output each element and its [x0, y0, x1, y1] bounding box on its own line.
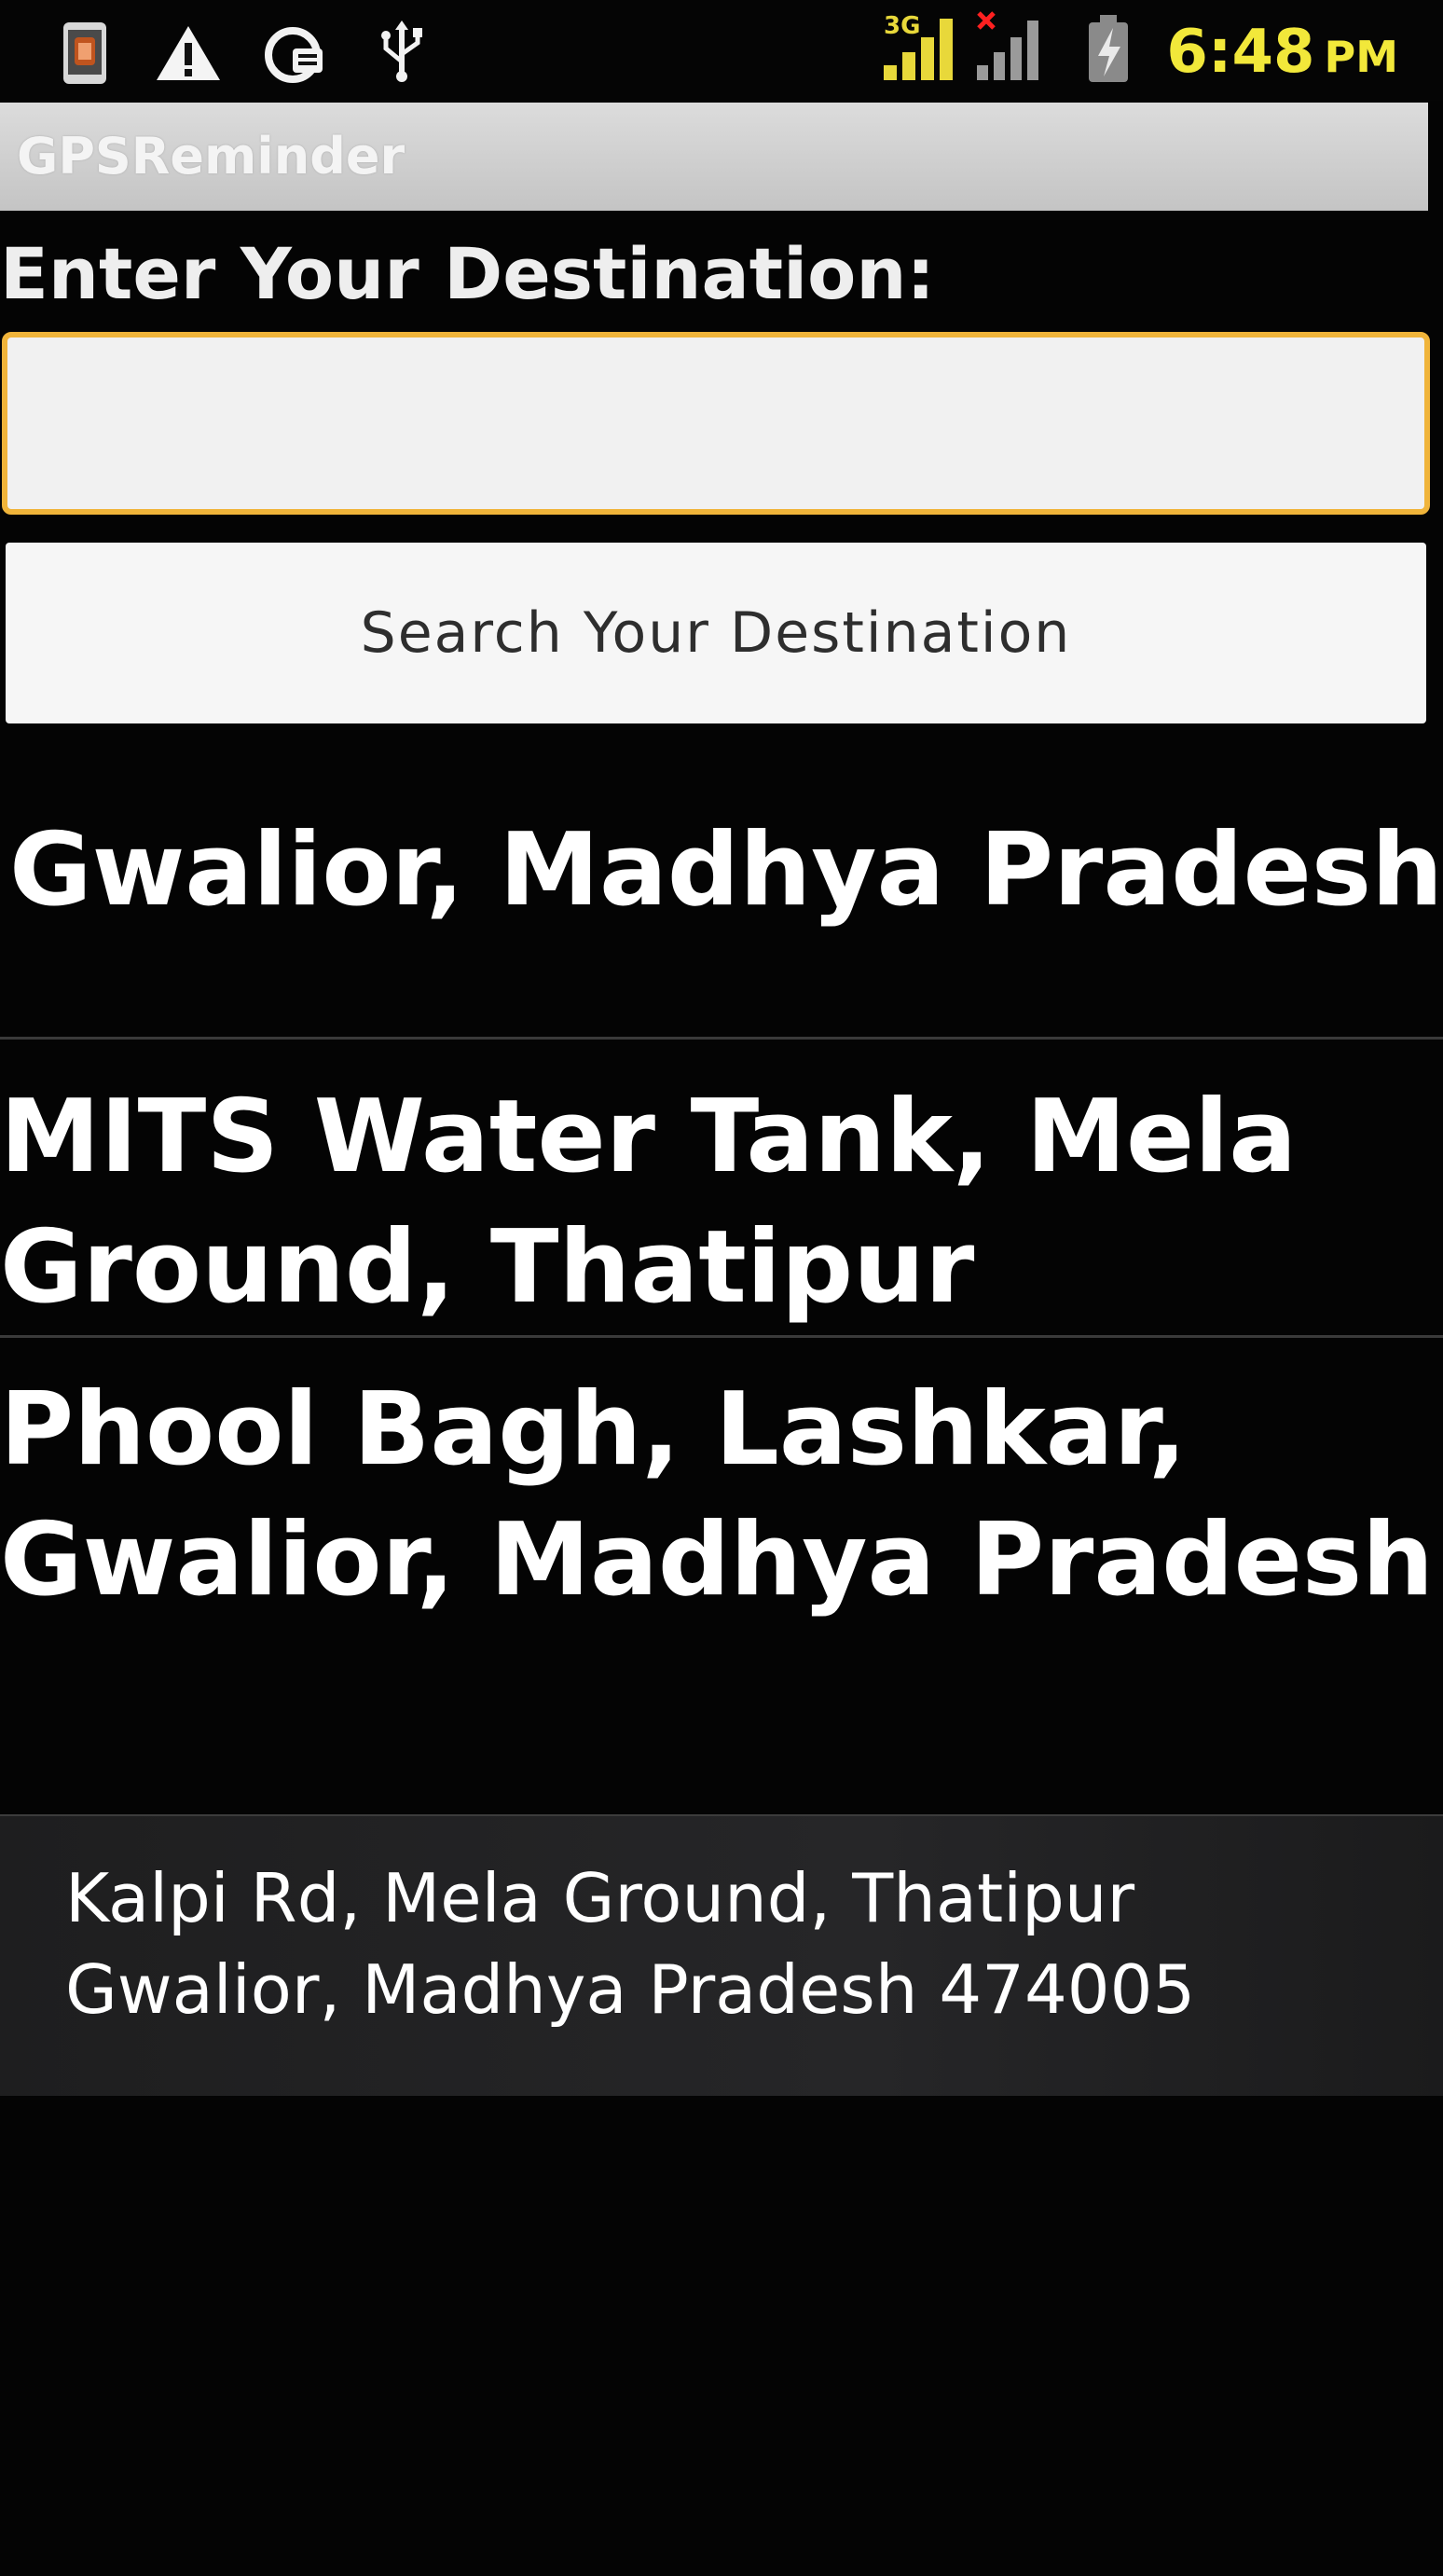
- address-line: Kalpi Rd, Mela Ground, Thatipur: [65, 1859, 1135, 1937]
- app-title-bar: GPSReminder: [0, 103, 1428, 211]
- clock-time: 6:48: [1166, 18, 1315, 87]
- signal-3g-icon: 3G: [880, 9, 968, 88]
- status-bar: 3G 6:48 PM: [0, 0, 1443, 101]
- sync-icon: [265, 26, 326, 88]
- result-line: Gwalior, Madhya Pradesh: [0, 1502, 1434, 1619]
- result-item[interactable]: MITS Water Tank, Mela Ground, Thatipur: [0, 1072, 1443, 1333]
- list-divider: [0, 1037, 1443, 1040]
- result-line: Phool Bagh, Lashkar,: [0, 1371, 1188, 1488]
- result-item[interactable]: Phool Bagh, Lashkar, Gwalior, Madhya Pra…: [0, 1365, 1443, 1626]
- result-line: Gwalior, Madhya Pradesh: [9, 812, 1443, 929]
- result-item[interactable]: Gwalior, Madhya Pradesh: [0, 806, 1443, 936]
- list-divider: [0, 1335, 1443, 1338]
- result-line: Ground, Thatipur: [0, 1209, 975, 1326]
- signal-no-sim-icon: [973, 9, 1057, 88]
- clock-ampm: PM: [1324, 32, 1399, 82]
- address-panel: Kalpi Rd, Mela Ground, Thatipur Gwalior,…: [0, 1814, 1443, 2096]
- usb-icon: [377, 21, 427, 88]
- warning-icon: [155, 24, 222, 86]
- destination-label: Enter Your Destination:: [0, 232, 935, 315]
- app-title: GPSReminder: [17, 127, 405, 186]
- destination-input[interactable]: [2, 332, 1430, 515]
- svg-text:3G: 3G: [884, 12, 920, 40]
- result-line: MITS Water Tank, Mela: [0, 1079, 1298, 1195]
- clock: 6:48 PM: [1166, 13, 1398, 96]
- search-destination-button[interactable]: Search Your Destination: [6, 543, 1426, 723]
- battery-charging-icon: [1083, 13, 1139, 88]
- app-notification-icon: [58, 21, 112, 90]
- address-line: Gwalior, Madhya Pradesh 474005: [65, 1950, 1196, 2029]
- phone-screen: 3G 6:48 PM GPSReminder Enter Your Destin…: [0, 0, 1443, 2576]
